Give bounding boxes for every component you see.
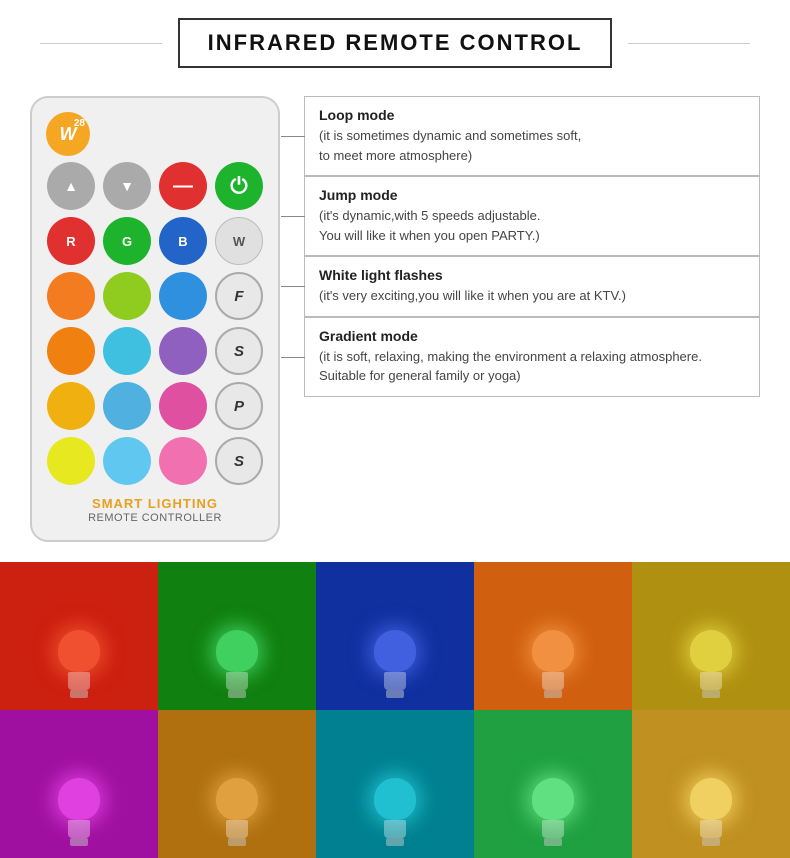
color-skyblue-button[interactable] (159, 272, 207, 320)
strobe-s2-button[interactable]: S (215, 437, 263, 485)
b-button[interactable]: B (159, 217, 207, 265)
connector-line-2 (281, 216, 305, 217)
color-pink-button[interactable] (159, 382, 207, 430)
power-icon: ⏻ (230, 173, 247, 199)
color-hotpink-button[interactable] (159, 437, 207, 485)
jump-mode-desc: (it's dynamic,with 5 speeds adjustable.Y… (319, 206, 745, 245)
connector-line-3 (281, 286, 305, 287)
r-button[interactable]: R (47, 217, 95, 265)
connector-line-4 (281, 357, 305, 358)
gradient-mode-desc: (it is soft, relaxing, making the enviro… (319, 347, 745, 386)
remote-row-5: P (47, 382, 263, 430)
color-aqua-button[interactable] (103, 437, 151, 485)
brightness-down-button[interactable] (103, 162, 151, 210)
color-cell-6 (158, 710, 316, 858)
badge-number: 28 (74, 118, 85, 129)
info-box-white-flash: White light flashes (it's very exciting,… (304, 256, 760, 317)
middle-section: W 28 — ⏻ R G B W (0, 86, 790, 562)
smooth-s-button[interactable]: S (215, 327, 263, 375)
color-cell-2 (316, 562, 474, 710)
brightness-up-button[interactable] (47, 162, 95, 210)
color-cell-3 (474, 562, 632, 710)
party-p-button[interactable]: P (215, 382, 263, 430)
flash-f-button[interactable]: F (215, 272, 263, 320)
color-amber-button[interactable] (47, 382, 95, 430)
color-cell-4 (632, 562, 790, 710)
info-box-gradient: Gradient mode (it is soft, relaxing, mak… (304, 317, 760, 397)
color-orange-button[interactable] (47, 272, 95, 320)
w-button[interactable]: W (215, 217, 263, 265)
color-cell-8 (474, 710, 632, 858)
minus-icon: — (173, 175, 193, 198)
color-purple-button[interactable] (159, 327, 207, 375)
header-section: INFRARED REMOTE CONTROL (0, 0, 790, 86)
g-button[interactable]: G (103, 217, 151, 265)
remote-row-1: — ⏻ (47, 162, 263, 210)
header-line-right (628, 43, 750, 44)
power-button[interactable]: ⏻ (215, 162, 263, 210)
remote-row-2: R G B W (47, 217, 263, 265)
info-boxes: Loop mode (it is sometimes dynamic and s… (304, 96, 760, 397)
remote-badge: W 28 (46, 112, 90, 156)
header-line-left (40, 43, 162, 44)
arrow-down-icon (120, 178, 134, 194)
white-flash-desc: (it's very exciting,you will like it whe… (319, 286, 745, 306)
remote-label-top: SMART LIGHTING (92, 496, 218, 511)
color-lightblue-button[interactable] (103, 382, 151, 430)
color-cyan-button[interactable] (103, 327, 151, 375)
remote-row-6: S (47, 437, 263, 485)
header-title: INFRARED REMOTE CONTROL (208, 30, 583, 55)
remote-row-4: S (47, 327, 263, 375)
color-darkorange-button[interactable] (47, 327, 95, 375)
loop-mode-desc: (it is sometimes dynamic and sometimes s… (319, 126, 745, 165)
connector-line-1 (281, 136, 305, 137)
color-cell-1 (158, 562, 316, 710)
color-grid (0, 562, 790, 858)
remote-row-3: F (47, 272, 263, 320)
color-yellow-button[interactable] (47, 437, 95, 485)
color-cell-0 (0, 562, 158, 710)
minus-button[interactable]: — (159, 162, 207, 210)
color-lime-button[interactable] (103, 272, 151, 320)
party-p-icon: P (234, 398, 244, 415)
color-cell-5 (0, 710, 158, 858)
color-cell-9 (632, 710, 790, 858)
info-box-jump: Jump mode (it's dynamic,with 5 speeds ad… (304, 176, 760, 256)
loop-mode-title: Loop mode (319, 107, 745, 123)
smooth-s-icon: S (234, 343, 244, 360)
header-box: INFRARED REMOTE CONTROL (178, 18, 613, 68)
color-cell-7 (316, 710, 474, 858)
info-box-loop: Loop mode (it is sometimes dynamic and s… (304, 96, 760, 176)
remote-controller: W 28 — ⏻ R G B W (30, 96, 280, 542)
arrow-up-icon (64, 178, 78, 194)
flash-f-icon: F (234, 288, 243, 305)
jump-mode-title: Jump mode (319, 187, 745, 203)
white-flash-title: White light flashes (319, 267, 745, 283)
strobe-s2-icon: S (234, 453, 244, 470)
gradient-mode-title: Gradient mode (319, 328, 745, 344)
remote-label-bottom: REMOTE CONTROLLER (88, 512, 222, 524)
